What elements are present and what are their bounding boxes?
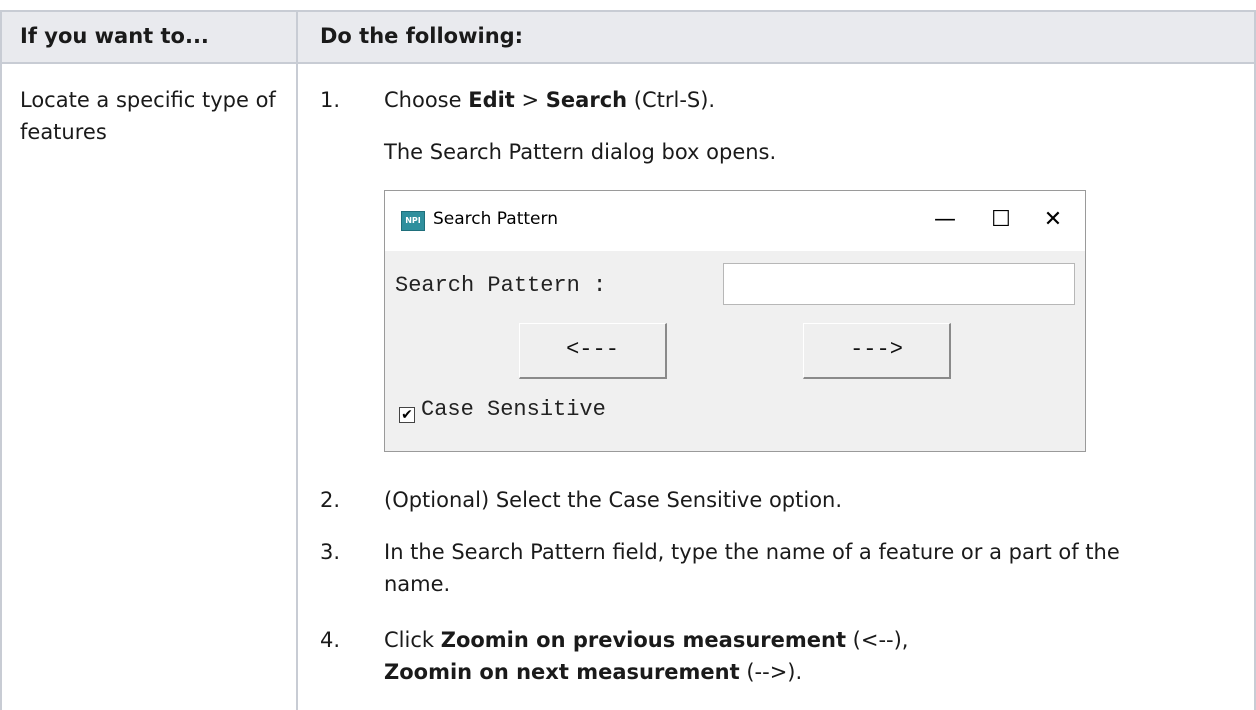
- step-1-prefix: Choose: [384, 88, 469, 112]
- dialog-title: Search Pattern: [433, 209, 558, 229]
- step-4-next-suffix: (-->).: [739, 660, 803, 684]
- step-4-prev-label: Zoomin on previous measurement: [440, 628, 846, 652]
- search-pattern-label: Search Pattern :: [395, 273, 607, 298]
- instruction-table: If you want to... Do the following: Loca…: [0, 0, 1256, 710]
- step-3-text: In the Search Pattern field, type the na…: [384, 540, 1120, 596]
- step-1-text: Choose Edit > Search (Ctrl-S).: [384, 84, 1224, 116]
- step-4-number: 4.: [320, 628, 341, 652]
- table-border-left: [0, 10, 2, 710]
- step-4-prev-suffix: (<--),: [846, 628, 909, 652]
- table-column-divider: [296, 10, 298, 710]
- next-measurement-button[interactable]: --->: [803, 323, 951, 379]
- step-4-next-label: Zoomin on next measurement: [384, 660, 740, 684]
- step-4-text: Click Zoomin on previous measurement (<-…: [384, 624, 1224, 688]
- step-4-click: Click: [384, 628, 441, 652]
- header-col-if-you-want: If you want to...: [20, 24, 209, 48]
- close-icon[interactable]: ✕: [1033, 203, 1073, 237]
- step-1-number: 1.: [320, 88, 341, 112]
- step-1-note: The Search Pattern dialog box opens.: [384, 140, 777, 164]
- search-pattern-input[interactable]: [723, 263, 1075, 305]
- step-1-suffix: (Ctrl-S).: [627, 88, 716, 112]
- step-3-number: 3.: [320, 540, 341, 564]
- minimize-icon[interactable]: —: [925, 203, 965, 237]
- step-1-sep: >: [514, 88, 546, 112]
- case-sensitive-checkbox[interactable]: ✔: [399, 407, 415, 423]
- dialog-titlebar: NPI Search Pattern — ☐ ✕: [385, 191, 1085, 251]
- step-2-text: (Optional) Select the Case Sensitive opt…: [384, 488, 843, 512]
- npi-app-icon: NPI: [401, 211, 425, 231]
- maximize-icon[interactable]: ☐: [981, 203, 1021, 237]
- search-pattern-dialog: NPI Search Pattern — ☐ ✕ Search Pattern …: [384, 190, 1086, 452]
- step-1-search: Search: [545, 88, 628, 112]
- previous-measurement-button[interactable]: <---: [519, 323, 667, 379]
- step-1-edit: Edit: [468, 88, 515, 112]
- step-2-number: 2.: [320, 488, 341, 512]
- header-col-do-following: Do the following:: [320, 24, 524, 48]
- case-sensitive-label[interactable]: Case Sensitive: [421, 397, 606, 422]
- task-description: Locate a specific type of features: [20, 88, 276, 144]
